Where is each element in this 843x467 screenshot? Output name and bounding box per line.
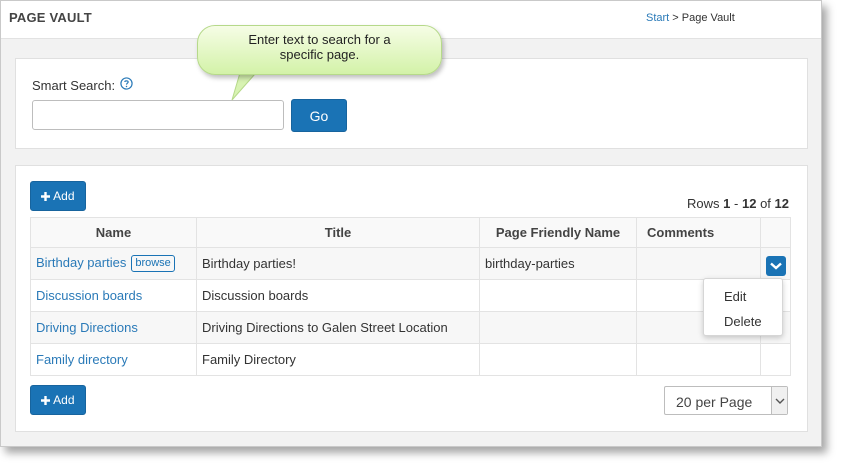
- column-header-friendly-name[interactable]: Page Friendly Name: [479, 217, 637, 248]
- callout-text-line2: specific page.: [279, 47, 360, 62]
- name-cell: Driving Directions: [30, 311, 197, 344]
- table-row: Driving Directions Driving Directions to…: [30, 311, 791, 344]
- page-table-panel: Add Rows 1 - 12 of 12 Name Title Page Fr…: [15, 165, 808, 432]
- actions-cell: [760, 247, 791, 280]
- page-name-link[interactable]: Family directory: [36, 352, 128, 367]
- rows-dash: -: [734, 196, 739, 211]
- comments-cell: [636, 343, 761, 376]
- question-circle-icon[interactable]: [120, 77, 133, 90]
- go-button[interactable]: Go: [291, 99, 347, 132]
- add-button-label: Add: [53, 189, 75, 203]
- page-name-link[interactable]: Birthday parties: [36, 255, 126, 270]
- menu-item-edit[interactable]: Edit: [724, 289, 746, 304]
- table-row: Family directory Family Directory: [30, 343, 791, 376]
- name-cell: Family directory: [30, 343, 197, 376]
- search-tooltip-callout: Enter text to search for a specific page…: [197, 25, 442, 75]
- browse-badge[interactable]: browse: [131, 255, 175, 272]
- smart-search-label: Smart Search:: [32, 78, 116, 93]
- column-header-actions: [760, 217, 791, 248]
- add-button-label: Add: [53, 393, 75, 407]
- add-button-top[interactable]: Add: [30, 181, 86, 211]
- page-name-link[interactable]: Driving Directions: [36, 320, 138, 335]
- page-title: PAGE VAULT: [9, 10, 92, 25]
- breadcrumb-current: Page Vault: [681, 12, 735, 24]
- row-actions-menu: Edit Delete: [703, 278, 783, 336]
- rows-to: 12: [741, 196, 757, 211]
- name-cell: Discussion boards: [30, 279, 197, 312]
- breadcrumb: Start > Page Vault: [646, 12, 735, 24]
- friendly-name-cell: [479, 279, 637, 312]
- rows-prefix: Rows: [687, 196, 720, 211]
- table-row: Discussion boards Discussion boards: [30, 279, 791, 312]
- rows-counter: Rows 1 - 12 of 12: [687, 196, 789, 211]
- chevron-down-icon: [770, 262, 782, 270]
- comments-cell: [636, 247, 761, 280]
- menu-item-delete[interactable]: Delete: [724, 314, 762, 329]
- rows-of: of: [760, 196, 771, 211]
- title-cell: Birthday parties!: [196, 247, 480, 280]
- table-row: Birthday parties browse Birthday parties!…: [30, 247, 791, 280]
- plus-icon: [41, 396, 51, 405]
- row-actions-toggle[interactable]: [766, 255, 786, 276]
- friendly-name-cell: [479, 343, 637, 376]
- per-page-arrow[interactable]: [771, 387, 787, 414]
- rows-total: 12: [774, 196, 789, 211]
- add-button-bottom[interactable]: Add: [30, 385, 86, 415]
- column-header-comments[interactable]: Comments: [636, 217, 761, 248]
- friendly-name-cell: [479, 311, 637, 344]
- title-cell: Driving Directions to Galen Street Locat…: [196, 311, 480, 344]
- per-page-value: 20 per Page: [676, 394, 753, 410]
- title-cell: Family Directory: [196, 343, 480, 376]
- name-cell: Birthday parties browse: [30, 247, 197, 280]
- pages-table: Name Title Page Friendly Name Comments B…: [30, 217, 791, 376]
- breadcrumb-separator: >: [672, 12, 679, 24]
- page-name-link[interactable]: Discussion boards: [36, 288, 142, 303]
- chevron-down-icon: [775, 398, 785, 404]
- table-header-row: Name Title Page Friendly Name Comments: [30, 217, 791, 248]
- column-header-name[interactable]: Name: [30, 217, 197, 248]
- callout-text-line1: Enter text to search for a: [248, 32, 391, 47]
- breadcrumb-start-link[interactable]: Start: [646, 12, 669, 24]
- plus-icon: [41, 192, 51, 201]
- per-page-select[interactable]: 20 per Page: [664, 386, 788, 415]
- smart-search-input[interactable]: [32, 100, 284, 130]
- column-header-title[interactable]: Title: [196, 217, 480, 248]
- rows-from: 1: [723, 196, 731, 211]
- friendly-name-cell: birthday-parties: [479, 247, 637, 280]
- title-cell: Discussion boards: [196, 279, 480, 312]
- actions-cell: [760, 343, 791, 376]
